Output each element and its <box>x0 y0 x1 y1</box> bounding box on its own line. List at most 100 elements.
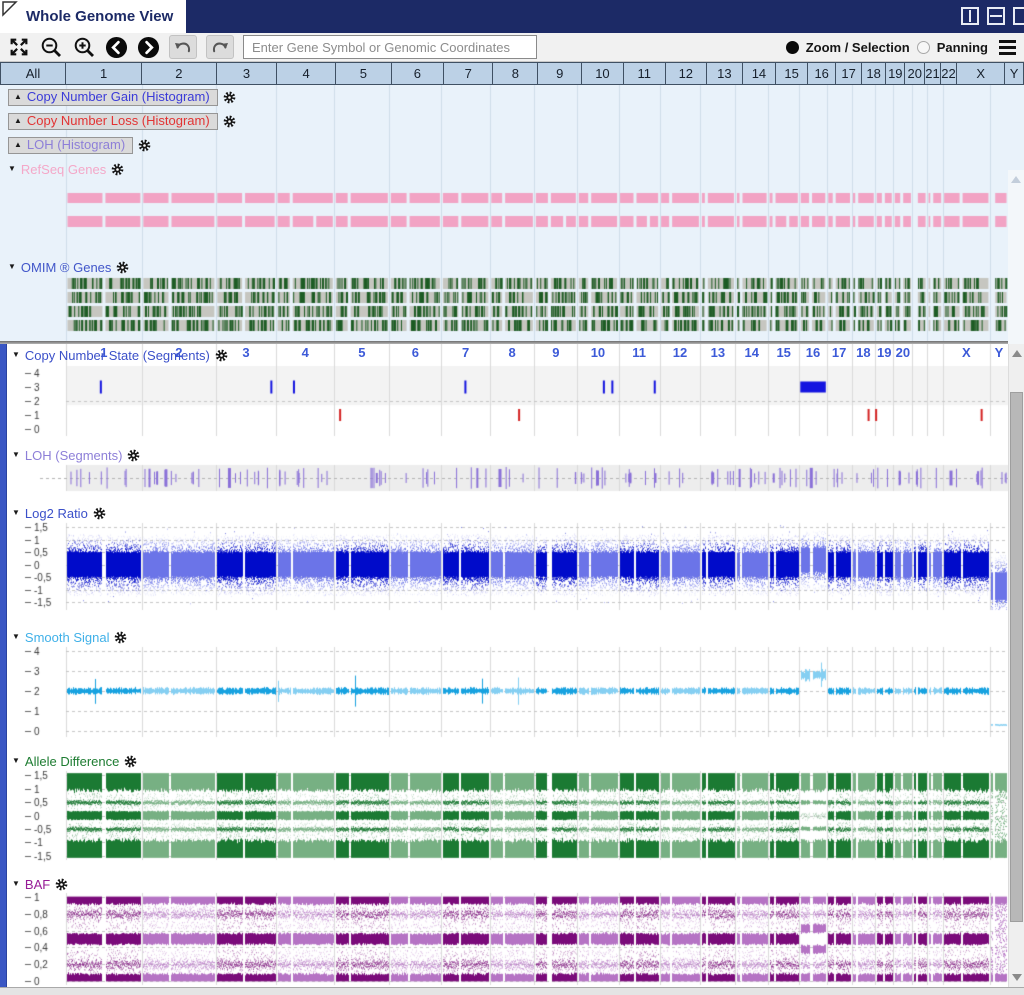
horizontal-scrollbar-track[interactable] <box>0 987 1024 995</box>
gear-icon[interactable] <box>138 139 151 152</box>
track-header-copy-number-state: ▼ Copy Number State (Segments) <box>12 347 228 363</box>
bottom-track-panel: 1234567891011121314151617181920XY ▼ Copy… <box>0 344 1024 987</box>
chrom-header-cell[interactable]: 11 <box>624 63 666 84</box>
chrom-header-cell[interactable]: 1 <box>66 63 142 84</box>
chrom-label: 15 <box>776 345 790 360</box>
split-horizontal-icon[interactable] <box>987 7 1005 25</box>
forward-button[interactable] <box>137 36 160 59</box>
track-label: BAF <box>25 877 50 892</box>
menu-hamburger-button[interactable] <box>999 40 1016 55</box>
chrom-header-cell[interactable]: 17 <box>836 63 862 84</box>
zoom-selection-label: Zoom / Selection <box>806 40 910 55</box>
magnifier-plus-icon <box>72 35 96 59</box>
bottom-panel-scrollbar[interactable] <box>1008 344 1024 987</box>
gear-icon[interactable] <box>127 449 140 462</box>
chrom-label: Y <box>995 345 1004 360</box>
chrom-header-cell[interactable]: X <box>957 63 1005 84</box>
chrom-header-cell[interactable]: 10 <box>582 63 624 84</box>
gear-icon[interactable] <box>223 91 236 104</box>
chrom-header-cell[interactable]: 18 <box>862 63 887 84</box>
gear-icon[interactable] <box>116 261 129 274</box>
gear-icon[interactable] <box>111 163 124 176</box>
chrom-header-cell[interactable]: 12 <box>666 63 707 84</box>
scroll-up-button[interactable] <box>1011 176 1021 183</box>
undo-button[interactable] <box>169 35 197 59</box>
track-header-allele-difference: ▼ Allele Difference <box>12 753 137 769</box>
scroll-thumb[interactable] <box>1010 392 1023 922</box>
chrom-label: 7 <box>462 345 469 360</box>
zoom-selection-radio[interactable] <box>786 41 799 54</box>
back-button[interactable] <box>105 36 128 59</box>
chrom-header-cell[interactable]: 9 <box>538 63 582 84</box>
expand-triangle-icon[interactable]: ▼ <box>12 880 20 888</box>
track-header-smooth-signal: ▼ Smooth Signal <box>12 629 127 645</box>
track-label: OMIM ® Genes <box>21 260 112 275</box>
chrom-label: 18 <box>856 345 870 360</box>
chrom-header-cell[interactable]: 7 <box>444 63 493 84</box>
zoom-in-button[interactable] <box>72 35 96 59</box>
track-label: LOH (Segments) <box>25 448 123 463</box>
chrom-header-cell[interactable]: Y <box>1005 63 1024 84</box>
collapsed-track-button[interactable]: ▲ Copy Number Loss (Histogram) <box>8 113 218 130</box>
gear-icon[interactable] <box>215 349 228 362</box>
chrom-header-cell[interactable]: 3 <box>217 63 278 84</box>
track-label: Smooth Signal <box>25 630 110 645</box>
gear-icon[interactable] <box>124 755 137 768</box>
bottom-panel-canvas[interactable] <box>0 344 1008 987</box>
track-label: Copy Number Gain (Histogram) <box>27 89 210 104</box>
tab-whole-genome-view[interactable]: Whole Genome View <box>0 0 186 33</box>
chrom-header-cell[interactable]: 15 <box>776 63 808 84</box>
gear-icon[interactable] <box>223 115 236 128</box>
chrom-header-cell[interactable]: 6 <box>392 63 445 84</box>
chrom-label: X <box>962 345 971 360</box>
track-header-copy-number-loss-histogram: ▲ Copy Number Loss (Histogram) <box>8 112 236 130</box>
track-header-loh-histogram: ▲ LOH (Histogram) <box>8 136 151 154</box>
track-label: Copy Number Loss (Histogram) <box>27 113 210 128</box>
track-label: Log2 Ratio <box>25 506 88 521</box>
fit-to-window-button[interactable] <box>8 36 30 58</box>
chrom-header-cell[interactable]: 2 <box>142 63 216 84</box>
chrom-header-cell[interactable]: 21 <box>925 63 941 84</box>
zoom-out-button[interactable] <box>39 35 63 59</box>
redo-button[interactable] <box>206 35 234 59</box>
collapsed-track-button[interactable]: ▲ LOH (Histogram) <box>8 137 133 154</box>
gear-icon[interactable] <box>93 507 106 520</box>
back-circle-icon <box>105 36 128 59</box>
chrom-header-cell[interactable]: 4 <box>277 63 336 84</box>
expand-arrows-icon <box>8 36 30 58</box>
mode-controls: Zoom / Selection Panning <box>786 40 1024 55</box>
chrom-header-cell[interactable]: 16 <box>808 63 836 84</box>
track-label: Copy Number State (Segments) <box>25 348 210 363</box>
gene-search-input[interactable] <box>243 35 537 59</box>
gear-icon[interactable] <box>114 631 127 644</box>
chrom-header-cell[interactable]: 20 <box>905 63 925 84</box>
chrom-header-cell[interactable]: 5 <box>336 63 392 84</box>
chrom-label: 9 <box>552 345 559 360</box>
scroll-down-button[interactable] <box>1012 974 1022 981</box>
track-header-omim-genes: ▼ OMIM ® Genes <box>8 258 129 276</box>
expand-triangle-icon[interactable]: ▼ <box>8 263 16 271</box>
expand-triangle-icon[interactable]: ▼ <box>12 757 20 765</box>
expand-triangle-icon[interactable]: ▼ <box>12 451 20 459</box>
chrom-header-cell[interactable]: 14 <box>743 63 776 84</box>
chrom-label: 13 <box>711 345 725 360</box>
split-vertical-icon[interactable] <box>961 7 979 25</box>
scroll-up-button[interactable] <box>1012 350 1022 357</box>
chrom-label: 16 <box>806 345 820 360</box>
expand-triangle-icon[interactable]: ▼ <box>12 351 20 359</box>
chrom-header-cell[interactable]: All <box>1 63 66 84</box>
chromosome-header-row: All12345678910111213141516171819202122XY <box>0 62 1024 85</box>
expand-triangle-icon[interactable]: ▼ <box>12 633 20 641</box>
maximize-icon[interactable] <box>1013 7 1024 25</box>
expand-triangle-icon[interactable]: ▼ <box>8 165 16 173</box>
gear-icon[interactable] <box>55 878 68 891</box>
expand-triangle-icon[interactable]: ▼ <box>12 509 20 517</box>
chrom-header-cell[interactable]: 13 <box>707 63 743 84</box>
chrom-header-cell[interactable]: 22 <box>941 63 957 84</box>
panning-radio[interactable] <box>917 41 930 54</box>
chrom-header-cell[interactable]: 8 <box>493 63 538 84</box>
collapse-triangle-icon: ▲ <box>14 141 22 149</box>
collapsed-track-button[interactable]: ▲ Copy Number Gain (Histogram) <box>8 89 218 106</box>
chrom-label: 5 <box>358 345 365 360</box>
chrom-header-cell[interactable]: 19 <box>886 63 905 84</box>
